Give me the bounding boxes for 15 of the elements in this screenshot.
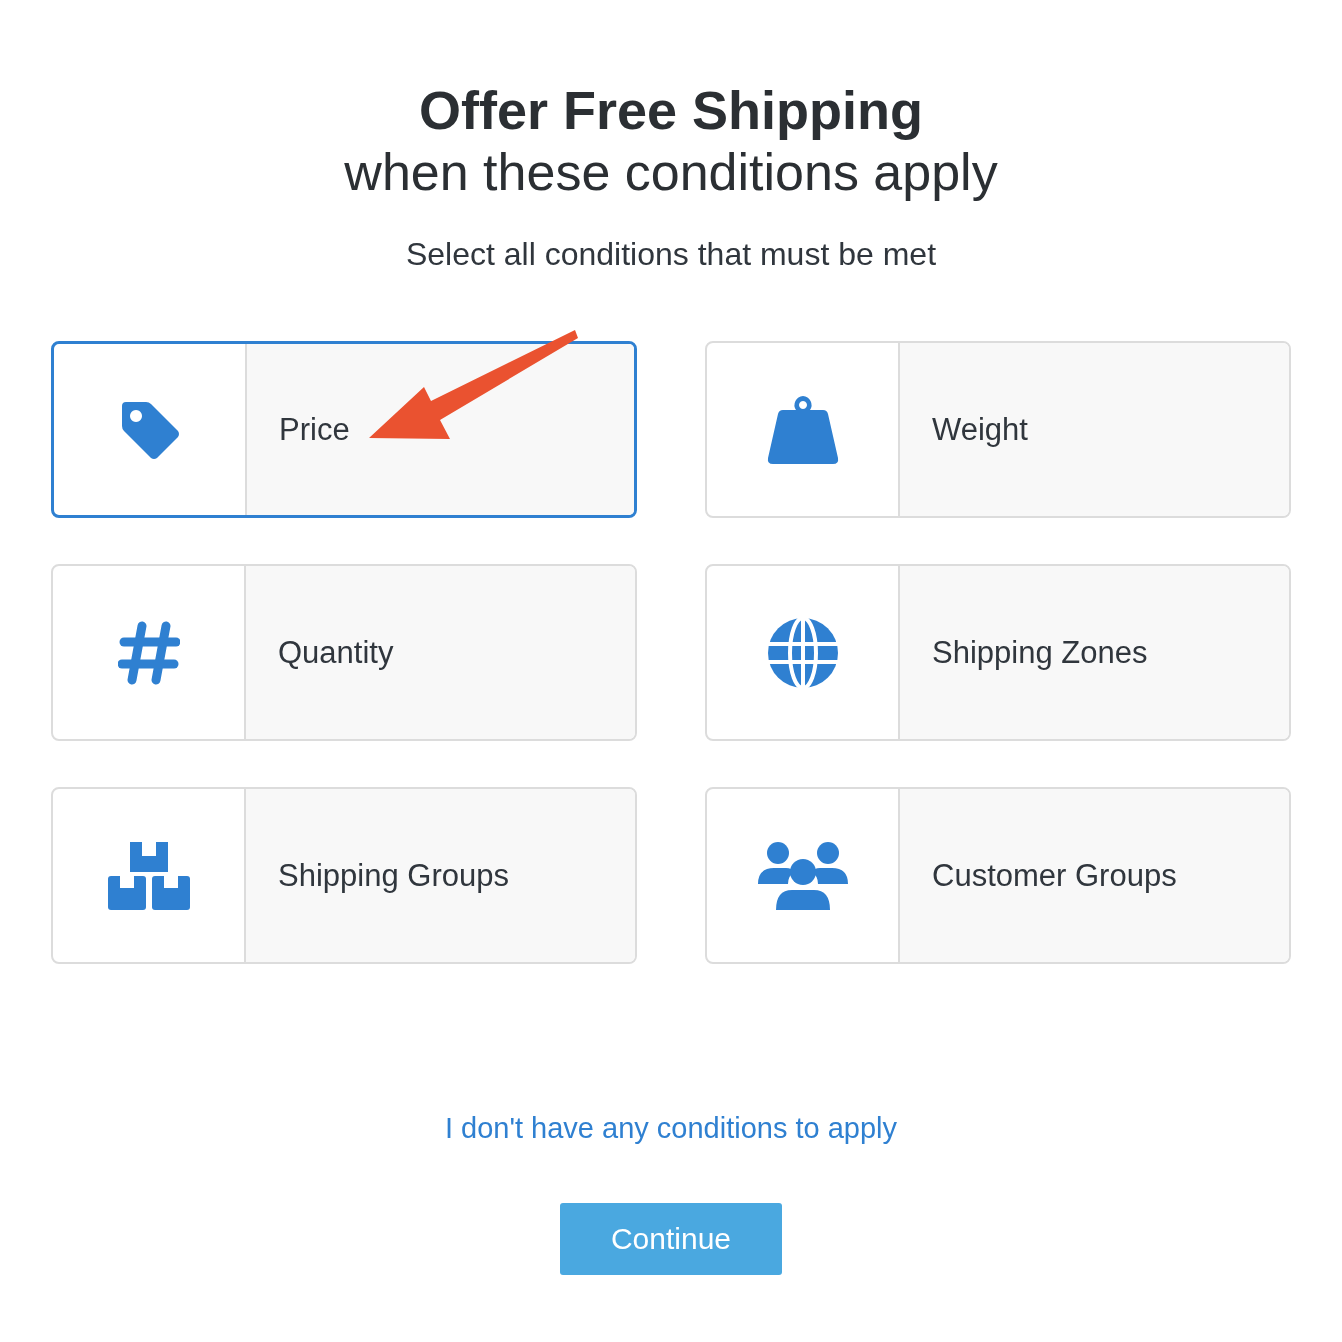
condition-card[interactable]: Quantity: [51, 564, 637, 741]
condition-card[interactable]: Customer Groups: [705, 787, 1291, 964]
condition-card[interactable]: Price: [51, 341, 637, 518]
users-icon: [757, 839, 848, 912]
condition-card[interactable]: Shipping Groups: [51, 787, 637, 964]
skip-conditions-link[interactable]: I don't have any conditions to apply: [444, 1112, 898, 1145]
dialog-subtitle: when these conditions apply: [344, 142, 998, 202]
hash-icon: [117, 620, 180, 685]
boxes-icon: [107, 839, 190, 912]
dialog-title: Offer Free Shipping: [418, 79, 923, 142]
condition-card[interactable]: Shipping Zones: [705, 564, 1291, 741]
weight-icon: [766, 393, 839, 466]
condition-card[interactable]: Weight: [705, 341, 1291, 518]
instruction-text: Select all conditions that must be met: [405, 236, 936, 273]
globe-icon: [766, 616, 839, 689]
